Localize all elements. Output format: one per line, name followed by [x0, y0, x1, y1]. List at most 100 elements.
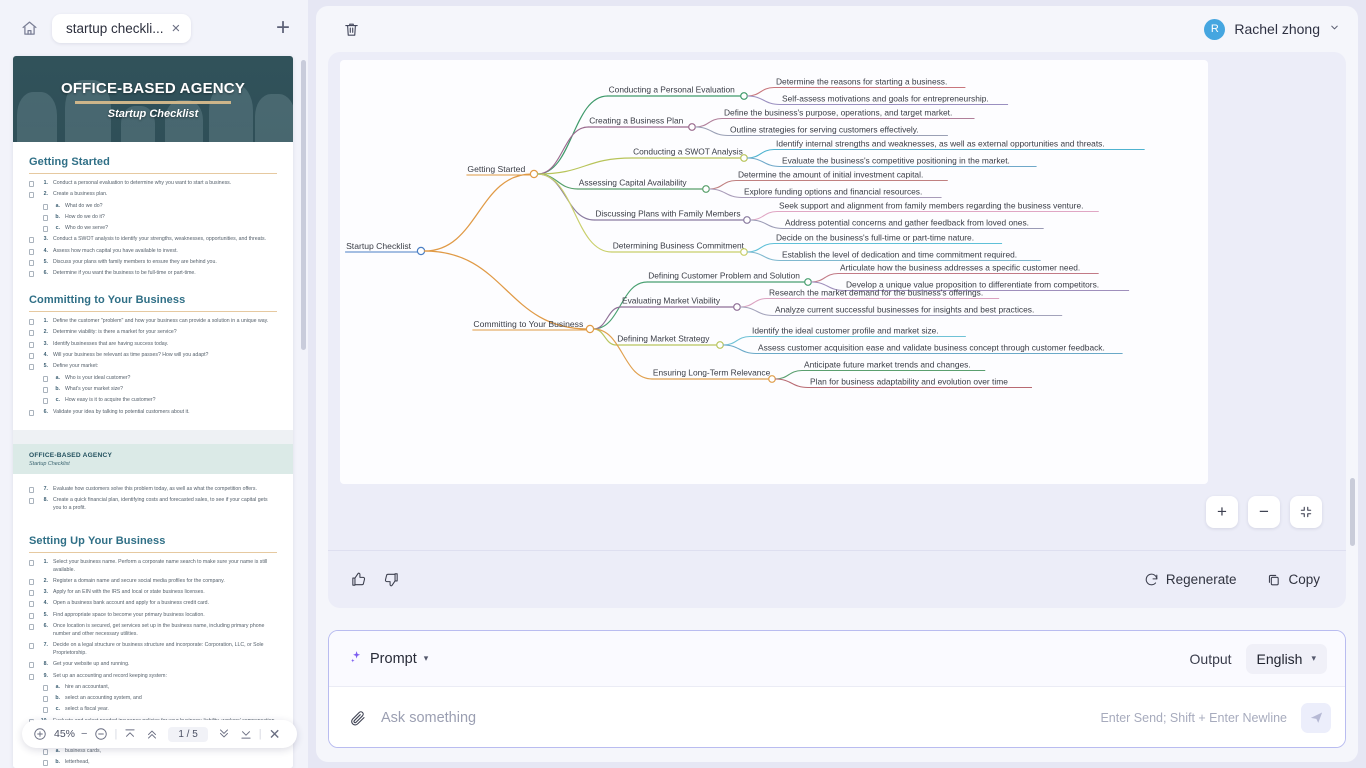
- minus-circle-icon[interactable]: [91, 724, 111, 744]
- checkbox-icon[interactable]: [29, 353, 34, 360]
- mindmap-leaf-label[interactable]: Determine the amount of initial investme…: [738, 169, 923, 179]
- checkbox-icon[interactable]: [29, 673, 34, 680]
- mindmap-leaf-label[interactable]: Anticipate future market trends and chan…: [804, 359, 971, 369]
- checkbox-icon[interactable]: [29, 409, 34, 416]
- mindmap-node-label[interactable]: Startup Checklist: [345, 241, 419, 253]
- mindmap-node-label[interactable]: Defining Customer Problem and Solution: [648, 271, 800, 281]
- mindmap-leaf-label[interactable]: Decide on the business's full-time or pa…: [776, 232, 974, 242]
- checkbox-icon[interactable]: [43, 684, 48, 691]
- mindmap-leaf-label[interactable]: Seek support and alignment from family m…: [779, 200, 1083, 210]
- zoom-minus[interactable]: −: [79, 728, 89, 740]
- checkbox-icon[interactable]: [29, 612, 34, 619]
- checkbox-icon[interactable]: [43, 749, 48, 756]
- chevron-down-icon[interactable]: [1329, 22, 1340, 36]
- checkbox-icon[interactable]: [29, 486, 34, 493]
- checkbox-icon[interactable]: [43, 760, 48, 767]
- mindmap-node-label[interactable]: Defining Market Strategy: [617, 334, 710, 344]
- mindmap-node-label[interactable]: Ensuring Long-Term Relevance: [653, 368, 771, 378]
- mindmap-node-label[interactable]: Committing to Your Business: [472, 319, 588, 331]
- close-icon[interactable]: ×: [172, 21, 181, 36]
- checkbox-icon[interactable]: [43, 398, 48, 405]
- chevron-down-icon[interactable]: ▾: [424, 653, 429, 664]
- page-indicator[interactable]: 1 / 5: [168, 726, 208, 742]
- mindmap-node-dot[interactable]: [529, 169, 539, 179]
- checkbox-icon[interactable]: [29, 248, 34, 255]
- mindmap-node-dot[interactable]: [716, 341, 724, 349]
- document-preview[interactable]: OFFICE-BASED AGENCY Startup Checklist Ge…: [13, 56, 293, 768]
- checkbox-icon[interactable]: [29, 271, 34, 278]
- checkbox-icon[interactable]: [29, 237, 34, 244]
- first-page-icon[interactable]: [120, 724, 140, 744]
- mindmap-node-dot[interactable]: [733, 303, 741, 311]
- checkbox-icon[interactable]: [29, 643, 34, 650]
- regenerate-button[interactable]: Regenerate: [1144, 572, 1236, 587]
- last-page-icon[interactable]: [236, 724, 256, 744]
- checkbox-icon[interactable]: [43, 226, 48, 233]
- mindmap-leaf-label[interactable]: Identify internal strengths and weakness…: [776, 138, 1105, 148]
- zoom-in-button[interactable]: +: [1206, 496, 1238, 528]
- mindmap-leaf-label[interactable]: Identify the ideal customer profile and …: [752, 325, 939, 335]
- language-selector[interactable]: English ▾: [1245, 643, 1327, 674]
- trash-icon[interactable]: [338, 16, 364, 42]
- prompt-mode-selector[interactable]: Prompt ▾: [349, 650, 428, 667]
- mindmap-node-label[interactable]: Creating a Business Plan: [589, 116, 683, 126]
- checkbox-icon[interactable]: [43, 214, 48, 221]
- checkbox-icon[interactable]: [29, 624, 34, 631]
- mindmap-leaf-label[interactable]: Define the business's purpose, operation…: [724, 107, 952, 117]
- mindmap-leaf-label[interactable]: Determine the reasons for starting a bus…: [776, 76, 947, 86]
- checkbox-icon[interactable]: [29, 192, 34, 199]
- thumbs-up-icon[interactable]: [350, 571, 367, 588]
- checkbox-icon[interactable]: [29, 662, 34, 669]
- add-tab-button[interactable]: +: [268, 13, 298, 43]
- mindmap-leaf-label[interactable]: Address potential concerns and gather fe…: [785, 217, 1029, 227]
- user-menu[interactable]: R Rachel zhong: [1204, 18, 1340, 40]
- mindmap-node-dot[interactable]: [740, 92, 748, 100]
- mindmap-node-dot[interactable]: [416, 246, 426, 256]
- home-icon[interactable]: [16, 15, 42, 41]
- checkbox-icon[interactable]: [29, 181, 34, 187]
- send-icon[interactable]: [1301, 702, 1331, 733]
- checkbox-icon[interactable]: [43, 696, 48, 703]
- mindmap-node-label[interactable]: Conducting a Personal Evaluation: [609, 85, 736, 95]
- checkbox-icon[interactable]: [29, 601, 34, 608]
- mindmap-node-dot[interactable]: [702, 185, 710, 193]
- checkbox-icon[interactable]: [43, 375, 48, 382]
- mindmap-node-label[interactable]: Determining Business Commitment: [613, 241, 745, 251]
- close-preview-icon[interactable]: ✕: [265, 724, 285, 744]
- prev-page-icon[interactable]: [142, 724, 162, 744]
- mindmap-node-label[interactable]: Getting Started: [466, 164, 532, 176]
- checkbox-icon[interactable]: [43, 203, 48, 210]
- zoom-out-button[interactable]: −: [1248, 496, 1280, 528]
- mindmap-leaf-label[interactable]: Research the market demand for the busin…: [769, 287, 983, 297]
- chevron-down-icon[interactable]: ▾: [1311, 653, 1316, 664]
- checkbox-icon[interactable]: [43, 386, 48, 393]
- paperclip-icon[interactable]: [349, 709, 367, 727]
- mindmap-node-dot[interactable]: [743, 216, 751, 224]
- mindmap-node-dot[interactable]: [688, 123, 696, 131]
- mindmap-node-dot[interactable]: [804, 278, 812, 286]
- checkbox-icon[interactable]: [29, 498, 34, 505]
- document-tab[interactable]: startup checkli... ×: [52, 13, 192, 43]
- mindmap-node-dot[interactable]: [740, 154, 748, 162]
- checkbox-icon[interactable]: [43, 707, 48, 714]
- mindmap-canvas[interactable]: Startup Checklist Getting Started Committi…: [340, 60, 1208, 484]
- ask-input[interactable]: [381, 709, 1087, 726]
- thumbs-down-icon[interactable]: [383, 571, 400, 588]
- mindmap-leaf-label[interactable]: Self-assess motivations and goals for en…: [782, 93, 989, 103]
- sidebar-scrollbar[interactable]: [301, 60, 306, 350]
- mindmap-leaf-label[interactable]: Articulate how the business addresses a …: [840, 262, 1080, 272]
- mindmap-leaf-label[interactable]: Establish the level of dedication and ti…: [782, 249, 1017, 259]
- mindmap-node-dot[interactable]: [768, 375, 776, 383]
- checkbox-icon[interactable]: [29, 559, 34, 566]
- checkbox-icon[interactable]: [29, 364, 34, 371]
- checkbox-icon[interactable]: [29, 590, 34, 597]
- checkbox-icon[interactable]: [29, 319, 34, 326]
- mindmap-node-label[interactable]: Assessing Capital Availability: [579, 178, 688, 188]
- mindmap-leaf-label[interactable]: Evaluate the business's competitive posi…: [782, 155, 1010, 165]
- plus-circle-icon[interactable]: [30, 724, 50, 744]
- mindmap-node-dot[interactable]: [585, 324, 595, 334]
- checkbox-icon[interactable]: [29, 578, 34, 585]
- mindmap-node-label[interactable]: Evaluating Market Viability: [622, 296, 721, 306]
- mindmap-leaf-label[interactable]: Plan for business adaptability and evolu…: [810, 376, 1008, 386]
- mindmap-leaf-label[interactable]: Assess customer acquisition ease and val…: [758, 342, 1105, 352]
